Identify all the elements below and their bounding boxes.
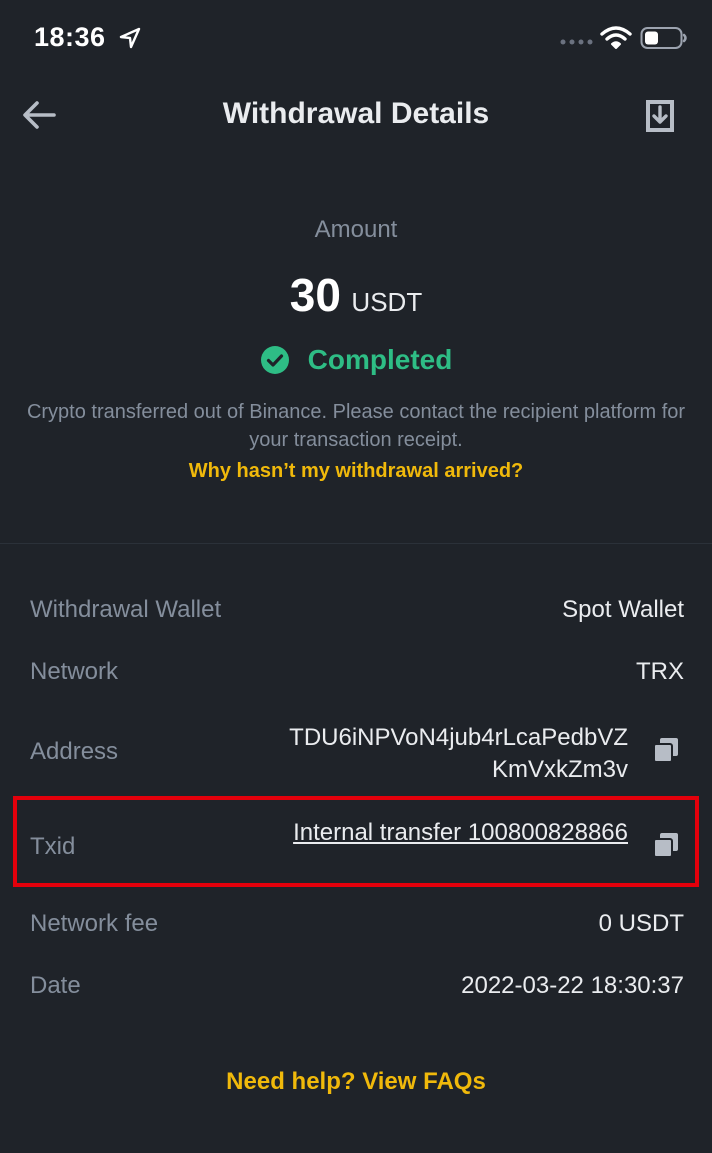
detail-label: Txid <box>30 833 76 860</box>
details-list: Withdrawal Wallet Spot Wallet Network TR… <box>0 580 712 1018</box>
detail-label: Network <box>30 658 119 685</box>
wifi-icon <box>600 26 632 49</box>
detail-label: Date <box>30 972 81 999</box>
copy-icon[interactable] <box>652 736 680 764</box>
amount-label: Amount <box>314 216 398 243</box>
detail-label: Network fee <box>30 910 159 937</box>
amount-unit: USDT <box>351 287 423 317</box>
status-description: Crypto transferred out of Binance. Pleas… <box>26 401 686 451</box>
address-value: TDU6iNPVoN4jub4rLcaPedbVZKmVxkZm3v <box>289 724 628 783</box>
signal-icon <box>560 39 593 45</box>
status-time: 18:36 <box>34 22 106 52</box>
faq-link[interactable]: Need help? View FAQs <box>0 1068 712 1096</box>
txid-link[interactable]: Internal transfer 100800828866 <box>293 817 628 849</box>
detail-row-network-fee: Network fee 0 USDT <box>0 894 712 956</box>
battery-icon <box>640 27 687 49</box>
status-indicator: Completed <box>0 340 712 380</box>
divider <box>0 543 712 544</box>
detail-value: TRX <box>636 658 684 685</box>
detail-row-address: Address TDU6iNPVoN4jub4rLcaPedbVZKmVxkZm… <box>0 704 712 799</box>
detail-row-txid: Txid Internal transfer 100800828866 <box>0 799 712 894</box>
amount-value: 30 <box>289 269 341 321</box>
detail-value: 2022-03-22 18:30:37 <box>461 972 684 999</box>
detail-row-date: Date 2022-03-22 18:30:37 <box>0 956 712 1018</box>
check-circle-icon <box>260 346 289 374</box>
detail-label: Withdrawal Wallet <box>30 596 222 623</box>
status-bar: 18:36 <box>0 0 712 78</box>
location-arrow-icon <box>119 27 141 49</box>
nav-bar: Withdrawal Details <box>0 78 712 154</box>
withdrawal-summary: Amount 30 USDT Completed Crypto transfer… <box>0 210 712 483</box>
detail-value: 0 USDT <box>598 910 684 937</box>
status-text: Completed <box>307 344 453 375</box>
withdrawal-help-link[interactable]: Why hasn’t my withdrawal arrived? <box>0 460 712 483</box>
detail-value: Spot Wallet <box>562 596 684 623</box>
amount: 30 USDT <box>0 268 712 324</box>
copy-icon[interactable] <box>652 831 680 859</box>
page-title: Withdrawal Details <box>222 97 490 130</box>
detail-label: Address <box>30 738 119 765</box>
detail-row-withdrawal-wallet: Withdrawal Wallet Spot Wallet <box>0 580 712 642</box>
detail-row-network: Network TRX <box>0 642 712 704</box>
download-icon[interactable] <box>640 96 680 136</box>
